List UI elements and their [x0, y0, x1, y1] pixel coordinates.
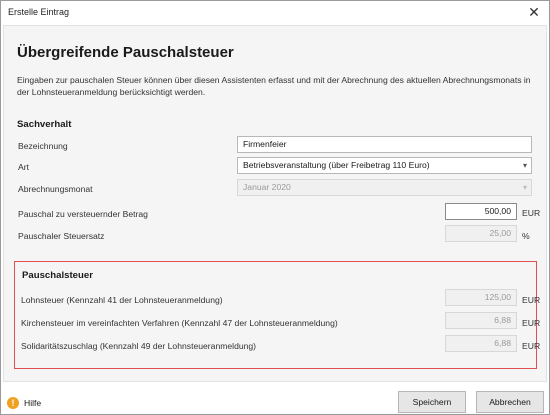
dialog-content: Übergreifende Pauschalsteuer Eingaben zu…: [3, 25, 547, 382]
intro-text: Eingaben zur pauschalen Steuer können üb…: [17, 75, 531, 97]
abrechnungsmonat-select: Januar 2020 ▾: [237, 179, 532, 196]
cancel-button[interactable]: Abbrechen: [476, 391, 544, 413]
help-icon[interactable]: !: [7, 397, 19, 409]
soli-unit: EUR: [522, 341, 541, 351]
steuersatz-unit: %: [522, 231, 530, 241]
soli-value: 6,88: [445, 335, 517, 352]
steuersatz-input: 25,00: [445, 225, 517, 242]
window-title: Erstelle Eintrag: [8, 7, 70, 17]
lohnsteuer-value: 125,00: [445, 289, 517, 306]
abrechnungsmonat-label: Abrechnungsmonat: [18, 184, 93, 194]
abrechnungsmonat-value: Januar 2020: [243, 182, 291, 192]
bezeichnung-input[interactable]: Firmenfeier: [237, 136, 532, 153]
save-button[interactable]: Speichern: [398, 391, 466, 413]
art-label: Art: [18, 162, 29, 172]
art-select[interactable]: Betriebsveranstaltung (über Freibetrag 1…: [237, 157, 532, 174]
lohnsteuer-label: Lohnsteuer (Kennzahl 41 der Lohnsteueran…: [21, 295, 223, 305]
soli-label: Solidaritätszuschlag (Kennzahl 49 der Lo…: [21, 341, 257, 351]
pauschalsteuer-group: Pauschalsteuer Lohnsteuer (Kennzahl 41 d…: [14, 261, 541, 369]
kirchensteuer-label: Kirchensteuer im vereinfachten Verfahren…: [21, 318, 338, 328]
section-title-pauschalsteuer: Pauschalsteuer: [22, 270, 93, 281]
page-title: Übergreifende Pauschalsteuer: [17, 44, 234, 61]
bezeichnung-label: Bezeichnung: [18, 141, 68, 151]
section-title-sachverhalt: Sachverhalt: [17, 119, 72, 130]
betrag-input[interactable]: 500,00: [445, 203, 517, 220]
chevron-down-icon: ▾: [522, 183, 527, 192]
kirchensteuer-value: 6,88: [445, 312, 517, 329]
art-select-value: Betriebsveranstaltung (über Freibetrag 1…: [243, 160, 430, 170]
betrag-unit: EUR: [522, 208, 541, 218]
betrag-label: Pauschal zu versteuernder Betrag: [18, 209, 148, 219]
chevron-down-icon[interactable]: ▾: [523, 158, 527, 173]
lohnsteuer-unit: EUR: [522, 295, 541, 305]
steuersatz-label: Pauschaler Steuersatz: [18, 231, 105, 241]
dialog-window: Erstelle Eintrag ✕ Übergreifende Pauscha…: [0, 0, 550, 415]
help-link[interactable]: Hilfe: [24, 398, 41, 408]
title-bar: Erstelle Eintrag ✕: [1, 1, 549, 24]
kirchensteuer-unit: EUR: [522, 318, 541, 328]
close-icon[interactable]: ✕: [519, 1, 549, 23]
